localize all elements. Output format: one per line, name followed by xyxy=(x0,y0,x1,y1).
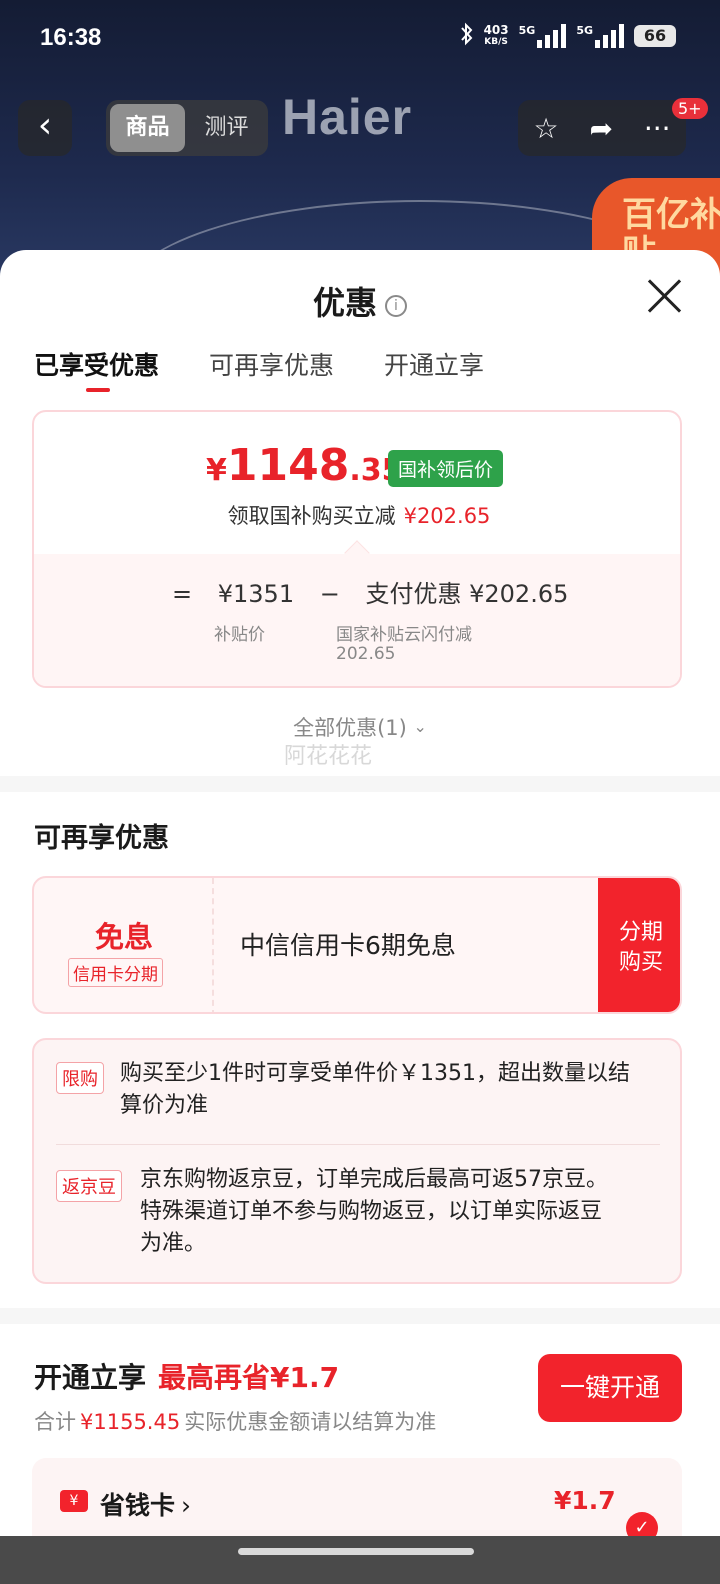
tab-enjoyed[interactable]: 已享受优惠 xyxy=(34,346,159,392)
jingdou-text: 京东购物返京豆，订单完成后最高可返57京豆。 特殊渠道订单不参与购物返豆，以订单… xyxy=(140,1167,608,1256)
message-count-badge: 5+ xyxy=(672,98,708,119)
discount-note-amount: 202.65 xyxy=(336,644,396,664)
payment-discount: 支付优惠 ¥202.65 xyxy=(365,580,569,608)
status-time: 16:38 xyxy=(40,24,102,51)
back-button[interactable]: ‹ xyxy=(18,100,72,156)
final-price: ¥1148.35 xyxy=(206,440,403,491)
status-bar: 16:38 403 KB/S 5G 5G 66 xyxy=(0,0,720,78)
home-indicator[interactable] xyxy=(238,1548,474,1555)
brand-logo: Haier xyxy=(282,89,413,145)
tab-more[interactable]: 可再享优惠 xyxy=(209,346,334,382)
chevron-left-icon: ‹ xyxy=(37,105,53,146)
purchase-limit-text: 购买至少1件时可享受单件价￥1351，超出数量以结 算价为准 xyxy=(120,1061,630,1118)
close-button[interactable] xyxy=(644,276,684,316)
star-icon[interactable]: ☆ xyxy=(533,112,558,145)
max-saving: 最高再省¥1.7 xyxy=(158,1361,340,1394)
jingdou-tag: 返京豆 xyxy=(56,1170,122,1202)
credit-installment-tag: 信用卡分期 xyxy=(68,958,163,987)
header-actions: ☆ ➦ ··· xyxy=(518,100,686,156)
open-now-subtotal: 合计 ¥1155.45 实际优惠金额请以结算为准 xyxy=(34,1410,437,1434)
base-price: ¥1351 xyxy=(217,580,295,608)
credit-installment-card[interactable]: 免息 信用卡分期 中信信用卡6期免息 分期 购买 xyxy=(32,876,682,1014)
sheet-title: 优惠 i xyxy=(0,278,720,324)
price-formula: = ¥1351 − 支付优惠 ¥202.65 补贴价 国家补贴云闪付减 202.… xyxy=(34,554,680,686)
signal-icon-1: 5G xyxy=(519,24,567,48)
share-icon[interactable]: ➦ xyxy=(589,112,612,145)
open-now-title: 开通立享 最高再省¥1.7 xyxy=(34,1361,340,1394)
discount-note: 国家补贴云闪付减 xyxy=(336,625,472,645)
credit-installment-desc: 中信信用卡6期免息 xyxy=(240,931,456,960)
rules-card: 限购 购买至少1件时可享受单件价￥1351，超出数量以结 算价为准 返京豆 京东… xyxy=(32,1038,682,1284)
status-icons: 403 KB/S 5G 5G 66 xyxy=(460,22,676,50)
saving-card-amount: ¥1.7 xyxy=(554,1486,616,1515)
base-price-note: 补贴价 xyxy=(214,625,265,645)
saving-card-name: 省钱卡 › xyxy=(100,1491,192,1520)
tab-product[interactable]: 商品 xyxy=(110,104,185,152)
network-speed: 403 KB/S xyxy=(483,23,509,47)
signal-icon-2: 5G xyxy=(576,24,624,48)
discount-tabs: 已享受优惠 可再享优惠 开通立享 xyxy=(34,346,484,392)
subsidy-price-tag: 国补领后价 xyxy=(388,450,504,487)
watermark: 阿花花花 xyxy=(284,744,373,769)
tab-open-now[interactable]: 开通立享 xyxy=(384,346,484,382)
one-click-open-button[interactable]: 一键开通 xyxy=(538,1354,682,1422)
bluetooth-icon xyxy=(460,22,474,50)
interest-free-label: 免息 xyxy=(94,920,153,954)
discount-sheet: 优惠 i 已享受优惠 可再享优惠 开通立享 ¥1148.35 国补领后价 领取国补… xyxy=(0,250,720,1584)
chevron-down-icon: ⌄ xyxy=(413,717,427,736)
battery-icon: 66 xyxy=(634,25,676,47)
tab-review[interactable]: 测评 xyxy=(189,104,264,152)
info-icon[interactable]: i xyxy=(385,295,407,317)
more-discounts-title: 可再享优惠 xyxy=(34,823,169,854)
coupon-icon: ¥ xyxy=(60,1490,88,1512)
system-nav-bar xyxy=(0,1536,720,1584)
purchase-limit-tag: 限购 xyxy=(56,1062,104,1094)
more-icon[interactable]: ··· xyxy=(644,112,671,145)
price-card: ¥1148.35 国补领后价 领取国补购买立减 ¥202.65 = ¥1351 −… xyxy=(32,410,682,688)
product-tabs: 商品 测评 xyxy=(106,100,268,156)
subsidy-saving: 领取国补购买立减 ¥202.65 xyxy=(227,504,491,528)
installment-buy-button[interactable]: 分期 购买 xyxy=(598,878,680,1012)
chevron-right-icon: › xyxy=(181,1491,192,1520)
